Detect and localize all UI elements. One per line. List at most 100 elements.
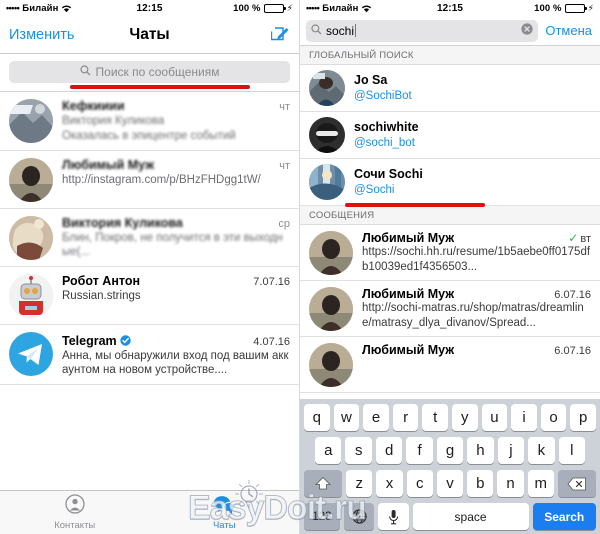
compose-pencil-icon[interactable] — [270, 23, 290, 47]
microphone-icon[interactable] — [378, 503, 409, 530]
tab-contacts[interactable]: Контакты — [0, 491, 150, 534]
message-result-item[interactable]: Любимый Муж 6.07.16 http://sochi-matras.… — [300, 281, 600, 337]
chat-list: Кефкииии чт Виктория Куликова Оказалась … — [0, 92, 299, 385]
status-bar-left-group: ••••• Билайн — [306, 3, 437, 14]
key-p[interactable]: p — [570, 404, 596, 431]
tab-chats[interactable]: Чаты — [150, 491, 300, 534]
search-bar-active: sochi Отмена — [300, 16, 600, 46]
key-o[interactable]: o — [540, 404, 567, 431]
key-x[interactable]: x — [376, 470, 403, 497]
key-d[interactable]: d — [375, 437, 403, 464]
key-h[interactable]: h — [467, 437, 494, 464]
chat-date: чт — [279, 159, 290, 172]
search-text-wrapper: sochi — [326, 24, 517, 38]
search-key[interactable]: Search — [532, 503, 596, 530]
avatar — [9, 157, 53, 202]
key-m[interactable]: m — [527, 470, 554, 497]
keyboard-row-1: q w e r t y u i o p — [302, 404, 598, 431]
avatar — [9, 99, 53, 143]
lightning-bolt-icon: ⚡ — [286, 2, 294, 13]
chat-name: Виктория Куликова — [62, 215, 183, 230]
chat-name: Telegram — [62, 333, 117, 348]
key-r[interactable]: r — [392, 404, 419, 431]
chat-item-header: Любимый Муж чт — [62, 158, 290, 172]
avatar — [309, 117, 345, 153]
global-result-item[interactable]: Сочи Sochi @Sochi — [300, 159, 600, 207]
contacts-person-icon — [65, 494, 85, 519]
globe-language-icon[interactable] — [343, 503, 375, 530]
key-y[interactable]: y — [452, 404, 478, 431]
key-e[interactable]: e — [363, 404, 389, 431]
message-sender-name: Любимый Муж — [362, 231, 455, 245]
message-date: ✓ вт — [562, 231, 591, 245]
key-a[interactable]: a — [315, 437, 342, 464]
navigation-bar: Изменить Чаты — [0, 16, 299, 54]
avatar — [309, 70, 345, 106]
key-w[interactable]: w — [333, 404, 360, 431]
battery-percent-label: 100 % — [233, 2, 261, 14]
search-input-active[interactable]: sochi — [306, 19, 539, 42]
key-t[interactable]: t — [422, 404, 448, 431]
chat-list-item[interactable]: Робот Антон 7.07.16 Russian.strings — [0, 267, 299, 325]
chat-item-header: Робот Антон 7.07.16 — [62, 274, 290, 288]
chat-list-item[interactable]: Telegram 4.07.16 Анна, мы обнаружили вхо… — [0, 325, 299, 385]
numbers-key[interactable]: 123 — [304, 503, 340, 530]
key-u[interactable]: u — [481, 404, 508, 431]
key-c[interactable]: c — [406, 470, 433, 497]
page-title: Чаты — [129, 25, 170, 43]
key-i[interactable]: i — [511, 404, 537, 431]
chat-list-item[interactable]: Виктория Куликова ср Блин, Покров, не по… — [0, 209, 299, 267]
chat-list-item[interactable]: Любимый Муж чт http://instagram.com/p/BH… — [0, 151, 299, 209]
message-result-item[interactable]: Любимый Муж ✓ вт https://sochi.hh.ru/resu… — [300, 225, 600, 281]
key-l[interactable]: l — [558, 437, 585, 464]
cancel-button[interactable]: Отмена — [545, 23, 592, 38]
message-header: Любимый Муж 6.07.16 — [362, 343, 591, 357]
global-result-body: Сочи Sochi @Sochi — [354, 167, 423, 197]
signal-dots-icon: ••••• — [306, 3, 320, 13]
result-name: Jo Sa — [354, 73, 388, 87]
battery-icon — [564, 3, 587, 13]
status-bar-left-group: ••••• Билайн — [6, 3, 136, 14]
message-sender-name: Любимый Муж — [362, 287, 455, 301]
status-bar-left: ••••• Билайн 12:15 100 % ⚡ — [0, 0, 299, 16]
message-result-item[interactable]: Любимый Муж 6.07.16 — [300, 337, 600, 393]
key-n[interactable]: n — [497, 470, 524, 497]
left-phone-panel: ••••• Билайн 12:15 100 % ⚡ Изменить Чаты — [0, 0, 300, 534]
backspace-delete-icon[interactable] — [557, 470, 597, 497]
battery-icon — [263, 3, 286, 13]
result-handle: @sochi_bot — [354, 136, 415, 149]
global-result-item[interactable]: sochiwhite @sochi_bot — [300, 112, 600, 159]
key-q[interactable]: q — [304, 404, 330, 431]
key-j[interactable]: j — [497, 437, 525, 464]
chat-date: ср — [278, 217, 290, 230]
chat-preview: http://instagram.com/p/BHzFHDgg1tW/ — [62, 173, 261, 186]
clock-time: 12:15 — [436, 2, 464, 14]
key-z[interactable]: z — [346, 470, 373, 497]
key-b[interactable]: b — [467, 470, 494, 497]
global-result-item[interactable]: Jo Sa @SochiBot — [300, 65, 600, 112]
chat-name: Любимый Муж — [62, 157, 155, 172]
chat-item-body: Telegram 4.07.16 Анна, мы обнаружили вхо… — [62, 332, 290, 378]
keyboard-row-2: a s d f g h j k l — [302, 437, 598, 464]
avatar — [9, 215, 53, 260]
clear-circle-x-icon[interactable] — [521, 23, 533, 38]
status-bar-right-group: 100 % ⚡ — [463, 3, 594, 14]
key-v[interactable]: v — [436, 470, 464, 497]
search-icon — [311, 23, 322, 38]
chat-item-body: Виктория Куликова ср Блин, Покров, не по… — [62, 216, 290, 260]
key-k[interactable]: k — [528, 437, 555, 464]
chat-date: 4.07.16 — [253, 335, 290, 348]
avatar — [309, 343, 353, 387]
key-g[interactable]: g — [436, 437, 464, 464]
key-s[interactable]: s — [345, 437, 372, 464]
key-f[interactable]: f — [406, 437, 433, 464]
shift-arrow-icon[interactable] — [304, 470, 343, 497]
space-key[interactable]: space — [412, 503, 529, 530]
search-input[interactable]: Поиск по сообщениям — [9, 61, 290, 83]
tab-chats-label: Чаты — [212, 519, 236, 531]
chat-list-item[interactable]: Кефкииии чт Виктория Куликова Оказалась … — [0, 92, 299, 151]
chat-item-body: Робот Антон 7.07.16 Russian.strings — [62, 274, 290, 303]
tab-contacts-label: Контакты — [54, 520, 96, 531]
messages-section-header: СООБЩЕНИЯ — [300, 206, 600, 225]
result-name: Сочи Sochi — [354, 167, 423, 181]
